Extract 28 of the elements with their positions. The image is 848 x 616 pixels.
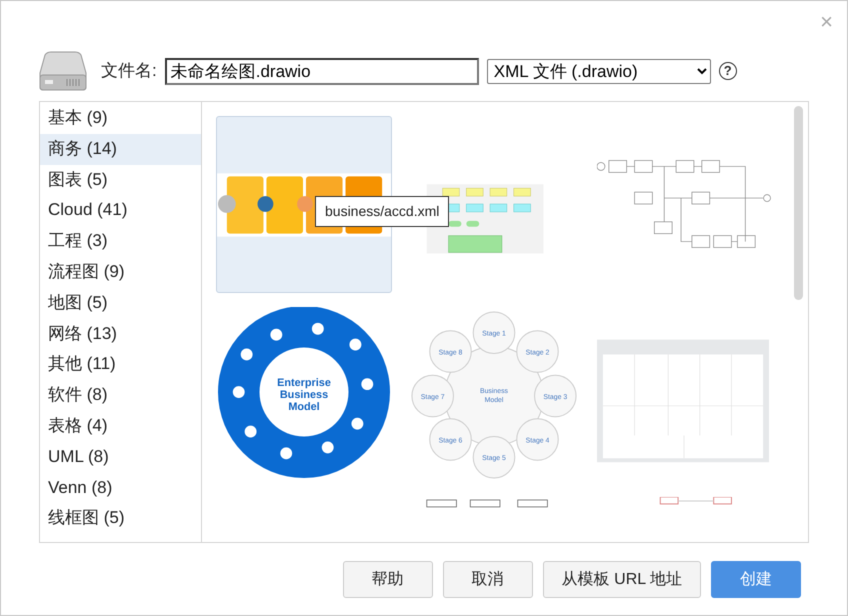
diagram-label: Enterprise xyxy=(277,377,331,390)
category-item[interactable]: 表格 (4) xyxy=(40,410,201,442)
hard-drive-icon xyxy=(39,51,87,91)
category-item[interactable]: UML (8) xyxy=(40,442,201,473)
dialog-button[interactable]: 取消 xyxy=(442,561,533,598)
category-item[interactable]: 商务 (14) xyxy=(40,134,201,165)
category-item[interactable]: Cloud (41) xyxy=(40,195,201,226)
template-thumbnail[interactable]: Enterprise Business Model xyxy=(216,306,392,483)
file-name-label: 文件名: xyxy=(101,60,157,82)
tooltip: business/accd.xml xyxy=(315,196,450,227)
scrollbar[interactable] xyxy=(794,106,803,300)
diagram-label: Model xyxy=(288,400,320,413)
category-item[interactable]: 图表 (5) xyxy=(40,164,201,196)
dialog-button[interactable]: 从模板 URL 地址 xyxy=(542,561,701,598)
help-icon[interactable]: ? xyxy=(718,62,737,80)
category-item[interactable]: 线框图 (5) xyxy=(40,503,201,534)
diagram-label: Business xyxy=(280,388,328,401)
category-item[interactable]: 其他 (11) xyxy=(40,349,201,380)
category-item[interactable]: 基本 (9) xyxy=(40,103,201,134)
category-item[interactable]: Venn (8) xyxy=(40,472,201,504)
file-name-field[interactable]: 未命名绘图.drawio xyxy=(164,58,479,84)
category-item[interactable]: 软件 (8) xyxy=(40,380,201,411)
dialog-button[interactable]: 帮助 xyxy=(342,561,433,598)
category-item[interactable]: 地图 (5) xyxy=(40,288,201,319)
format-dropdown[interactable]: XML 文件 (.drawio) xyxy=(486,58,711,84)
category-item[interactable]: 工程 (3) xyxy=(40,226,201,257)
category-item[interactable]: 流程图 (9) xyxy=(40,256,201,288)
category-item[interactable]: 网络 (13) xyxy=(40,318,201,350)
